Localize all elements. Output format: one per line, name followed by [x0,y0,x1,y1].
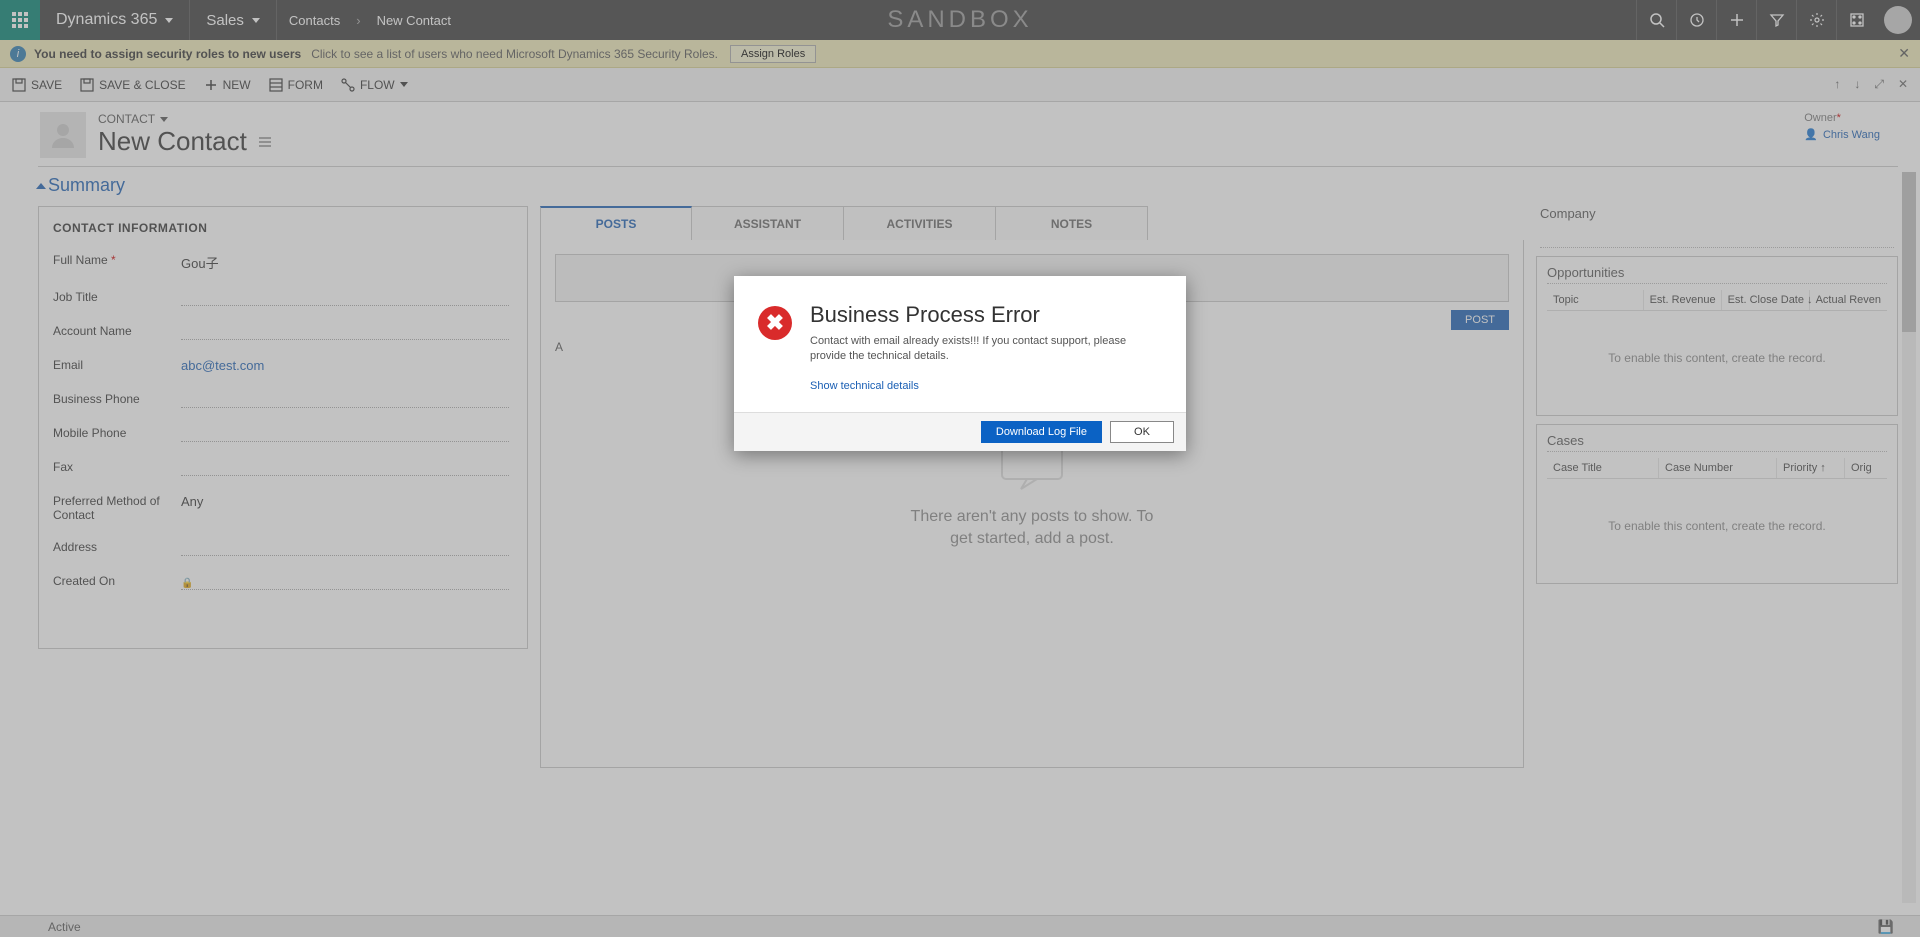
error-icon: ✖ [758,306,792,340]
error-message: Contact with email already exists!!! If … [810,334,1162,365]
modal-backdrop [0,0,1920,937]
ok-button[interactable]: OK [1110,421,1174,443]
show-technical-details-link[interactable]: Show technical details [810,380,919,392]
download-log-button[interactable]: Download Log File [981,421,1102,443]
error-dialog: ✖ Business Process Error Contact with em… [734,276,1186,451]
error-title: Business Process Error [810,302,1162,328]
